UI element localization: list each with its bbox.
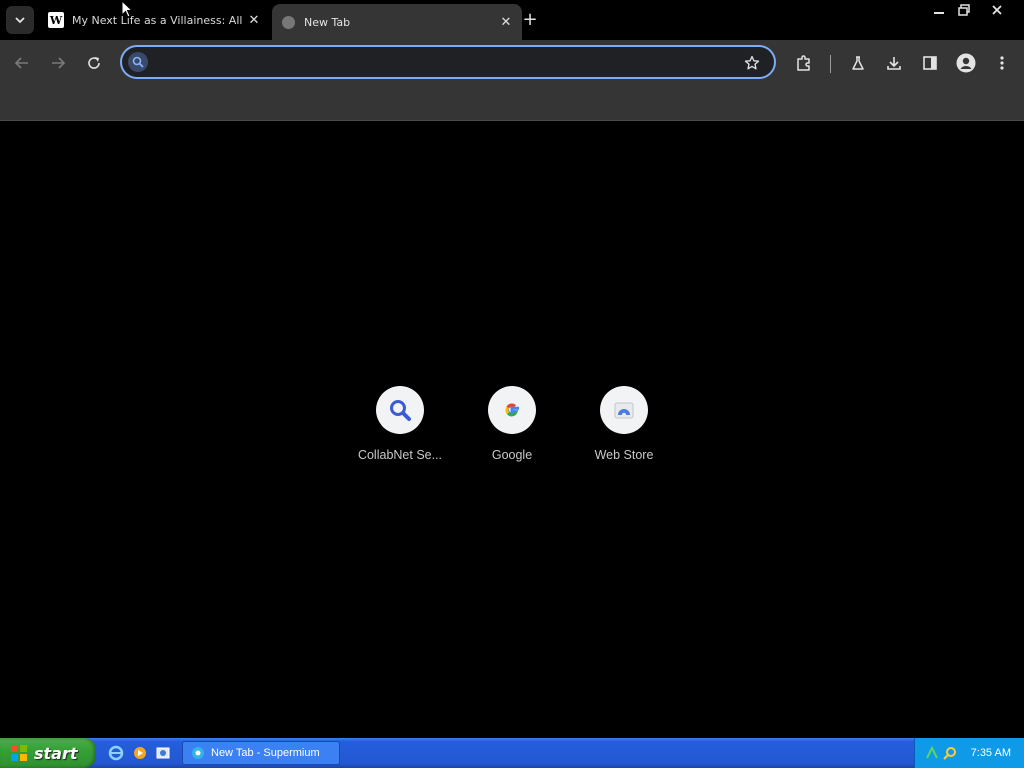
tab-title: My Next Life as a Villainess: All Rou: [72, 13, 246, 27]
mouse-cursor-icon: [121, 0, 133, 18]
restore-icon: [958, 4, 970, 16]
kebab-menu-icon: [1000, 56, 1004, 70]
downloads-button[interactable]: [882, 51, 906, 75]
labs-button[interactable]: [846, 51, 870, 75]
forward-button[interactable]: [46, 51, 70, 75]
globe-icon: [280, 14, 296, 30]
side-panel-button[interactable]: [918, 51, 942, 75]
shortcut-collabnet[interactable]: CollabNet Se...: [344, 386, 456, 462]
internet-explorer-icon[interactable]: [108, 745, 124, 761]
windows-logo-icon: [11, 745, 27, 761]
extensions-button[interactable]: [792, 51, 816, 75]
address-input[interactable]: [156, 50, 730, 76]
google-icon: [488, 386, 536, 434]
media-player-icon[interactable]: [132, 745, 148, 761]
search-icon: [128, 52, 148, 72]
bookmark-star-icon[interactable]: [742, 53, 762, 73]
arrow-right-icon: [52, 57, 66, 69]
wikipedia-icon: W: [48, 12, 64, 28]
reload-button[interactable]: [82, 51, 106, 75]
browser-toolbar: [0, 40, 1024, 86]
close-window-button[interactable]: [986, 2, 1008, 18]
avatar-icon: [956, 53, 976, 73]
close-tab-icon[interactable]: ✕: [498, 14, 514, 30]
minimize-icon: [934, 12, 944, 14]
shortcut-label: Google: [491, 448, 533, 462]
taskbar-button-supermium[interactable]: New Tab - Supermium: [182, 741, 340, 765]
web-store-icon: [600, 386, 648, 434]
search-icon: [376, 386, 424, 434]
shortcut-label: Web Store: [594, 448, 654, 462]
close-icon: [992, 5, 1002, 15]
system-tray: 7:35 AM: [914, 738, 1024, 768]
bookmarks-bar: [0, 86, 1024, 121]
start-button[interactable]: start: [0, 738, 96, 768]
clock: 7:35 AM: [970, 747, 1011, 759]
tab-title: New Tab: [304, 15, 351, 29]
shortcut-web-store[interactable]: Web Store: [568, 386, 680, 462]
shortcut-label: CollabNet Se...: [357, 448, 443, 462]
title-bar: W My Next Life as a Villainess: All Rou …: [0, 0, 1024, 40]
flask-icon: [852, 56, 864, 70]
tab-search-button[interactable]: [6, 6, 34, 34]
search-tray-icon[interactable]: [943, 746, 957, 760]
chevron-down-icon: [15, 17, 25, 24]
arrow-left-icon: [14, 57, 28, 69]
address-bar[interactable]: [120, 45, 776, 79]
new-tab-button[interactable]: +: [520, 10, 540, 30]
puzzle-icon: [797, 55, 810, 71]
tab-new-tab[interactable]: New Tab ✕: [272, 4, 522, 40]
menu-button[interactable]: [990, 51, 1014, 75]
taskbar: start New Tab - Supermium 7:35 AM: [0, 738, 1024, 768]
reload-icon: [88, 57, 100, 69]
side-panel-icon: [923, 56, 937, 70]
show-desktop-icon[interactable]: [155, 745, 171, 761]
supermium-icon: [192, 747, 204, 759]
restore-button[interactable]: [953, 2, 975, 18]
start-label: start: [34, 743, 78, 763]
minimize-button[interactable]: [928, 2, 950, 18]
tab-villainess[interactable]: W My Next Life as a Villainess: All Rou …: [40, 4, 270, 36]
download-icon: [887, 57, 901, 70]
network-icon[interactable]: [925, 746, 939, 760]
back-button[interactable]: [10, 51, 34, 75]
profile-button[interactable]: [954, 51, 978, 75]
close-tab-icon[interactable]: ✕: [246, 12, 262, 28]
taskbar-button-label: New Tab - Supermium: [211, 747, 320, 759]
shortcut-google[interactable]: Google: [456, 386, 568, 462]
toolbar-divider: [830, 55, 831, 73]
